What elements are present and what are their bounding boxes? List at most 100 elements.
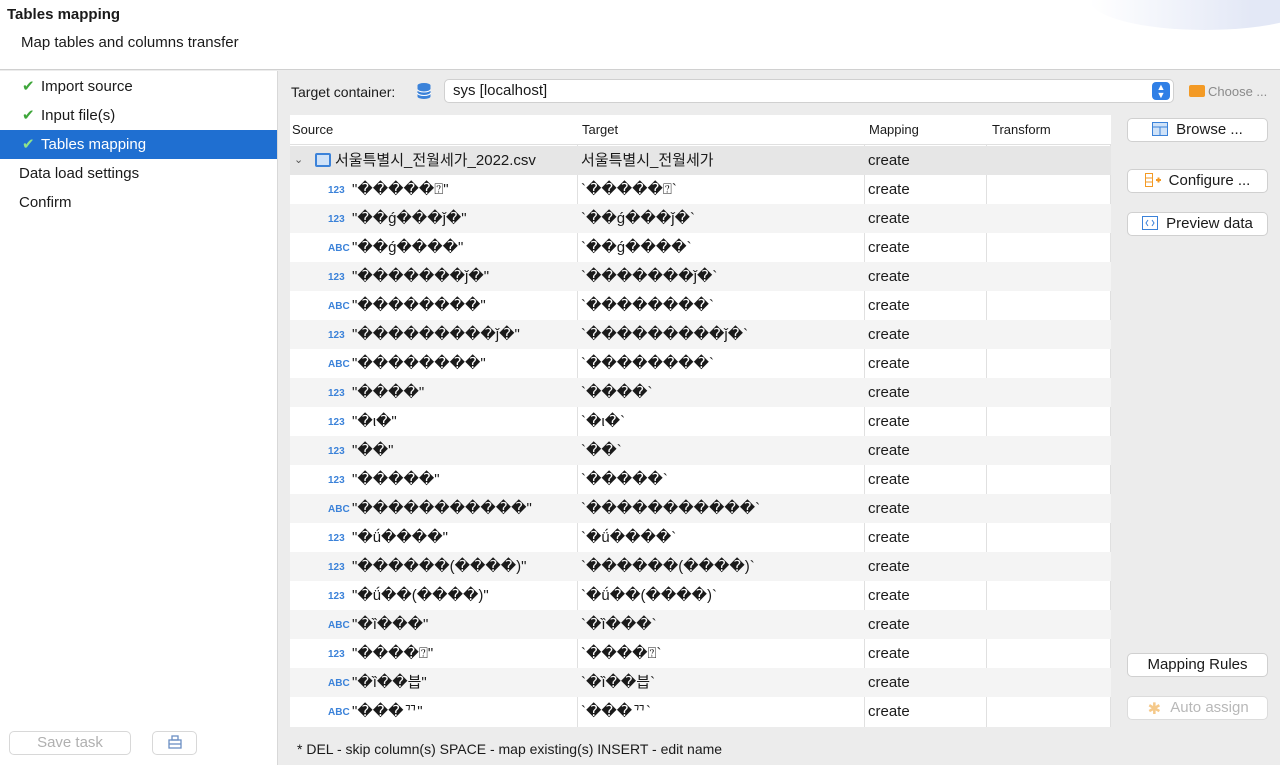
column-header-mapping[interactable]: Mapping [867,115,919,145]
transform-cell[interactable] [987,581,1111,610]
browse-button[interactable]: Browse ... [1127,118,1268,142]
table-row[interactable]: ABC "�����������" `�����������` create [290,494,1111,523]
transform-cell[interactable] [987,668,1111,697]
transform-cell[interactable] [987,175,1111,204]
table-row-parent[interactable]: ⌄ 서울특별시_전월세가_2022.csv 서울특별시_전월세가 create [290,146,1111,175]
table-row[interactable]: 123 "����⍰" `����⍰` create [290,639,1111,668]
preview-data-button[interactable]: Preview data [1127,212,1268,236]
transform-cell[interactable] [987,523,1111,552]
transform-cell[interactable] [987,146,1111,175]
step-input-files[interactable]: ✔ Input file(s) [0,101,277,130]
mapping-cell[interactable]: create [868,639,910,668]
step-data-load-settings[interactable]: Data load settings [0,159,277,188]
chevron-down-icon[interactable]: ⌄ [294,146,303,175]
table-row[interactable]: 123 "�ι�" `�ι�` create [290,407,1111,436]
source-cell: ABC "��������" [328,349,486,379]
table-row[interactable]: 123 "�������ǰ�" `�������ǰ�` create [290,262,1111,291]
transform-cell[interactable] [987,378,1111,407]
table-row[interactable]: ABC "��ǵ����" `��ǵ����` create [290,233,1111,262]
table-row[interactable]: 123 "����" `����` create [290,378,1111,407]
table-row[interactable]: 123 "��" `��` create [290,436,1111,465]
mapping-cell[interactable]: create [868,233,910,262]
target-cell[interactable]: `�ι�` [581,407,625,436]
target-cell[interactable]: `�ǘ��(����)` [581,581,717,610]
mapping-cell[interactable]: create [868,465,910,494]
transform-cell[interactable] [987,697,1111,726]
target-container-select[interactable]: sys [localhost] ▲ ▼ [444,79,1174,103]
transform-cell[interactable] [987,262,1111,291]
task-manager-button[interactable] [152,731,197,755]
target-cell[interactable]: `����⍰` [581,639,662,668]
target-cell[interactable]: `�ȉ��븝` [581,668,655,697]
mapping-cell[interactable]: create [868,291,910,320]
transform-cell[interactable] [987,552,1111,581]
table-row[interactable]: 123 "�ǘ����" `�ǘ����` create [290,523,1111,552]
step-tables-mapping[interactable]: ✔ Tables mapping [0,130,277,159]
mapping-cell[interactable]: create [868,378,910,407]
table-row[interactable]: ABC "�ȉ���" `�ȉ���` create [290,610,1111,639]
mapping-cell[interactable]: create [868,697,910,726]
transform-cell[interactable] [987,610,1111,639]
mapping-cell[interactable]: create [868,668,910,697]
configure-button[interactable]: Configure ... [1127,169,1268,193]
transform-cell[interactable] [987,465,1111,494]
mapping-cell[interactable]: create [868,204,910,233]
column-header-transform[interactable]: Transform [990,115,1051,145]
transform-cell[interactable] [987,407,1111,436]
auto-assign-button[interactable]: ✱ Auto assign [1127,696,1268,720]
table-row[interactable]: ABC "���ᄁ" `���ᄁ` create [290,697,1111,726]
target-cell[interactable]: `�����` [581,465,668,494]
mapping-cell[interactable]: create [868,146,910,175]
target-cell[interactable]: `�ȉ���` [581,610,657,639]
mapping-cell[interactable]: create [868,436,910,465]
transform-cell[interactable] [987,204,1111,233]
table-row[interactable]: ABC "��������" `��������` create [290,291,1111,320]
column-header-target[interactable]: Target [580,115,618,145]
save-task-button[interactable]: Save task [9,731,131,755]
target-cell[interactable]: `������(����)` [581,552,755,581]
target-cell[interactable]: `���������ǰ�` [581,320,748,349]
mapping-cell[interactable]: create [868,581,910,610]
mapping-cell[interactable]: create [868,262,910,291]
mapping-cell[interactable]: create [868,349,910,378]
mapping-rules-button[interactable]: Mapping Rules [1127,653,1268,677]
target-cell[interactable]: `�ǘ����` [581,523,676,552]
transform-cell[interactable] [987,320,1111,349]
target-cell[interactable]: `���ᄁ` [581,697,651,726]
target-cell[interactable]: `�����������` [581,494,760,523]
column-header-source[interactable]: Source [290,115,333,145]
table-row[interactable]: 123 "��ǵ���ǰ�" `��ǵ���ǰ�` create [290,204,1111,233]
transform-cell[interactable] [987,349,1111,378]
transform-cell[interactable] [987,494,1111,523]
transform-cell[interactable] [987,639,1111,668]
target-cell[interactable]: `����` [581,378,653,407]
table-row[interactable]: 123 "�ǘ��(����)" `�ǘ��(����)` create [290,581,1111,610]
table-row[interactable]: ABC "��������" `��������` create [290,349,1111,378]
table-row[interactable]: 123 "�����" `�����` create [290,465,1111,494]
choose-container-button[interactable]: Choose ... [1189,84,1267,99]
step-import-source[interactable]: ✔ Import source [0,72,277,101]
transform-cell[interactable] [987,233,1111,262]
mapping-cell[interactable]: create [868,523,910,552]
table-row[interactable]: 123 "�����⍰" `�����⍰` create [290,175,1111,204]
mapping-cell[interactable]: create [868,175,910,204]
mapping-cell[interactable]: create [868,320,910,349]
target-cell[interactable]: `�������ǰ�` [581,262,717,291]
table-row[interactable]: ABC "�ȉ��븝" `�ȉ��븝` create [290,668,1111,697]
step-confirm[interactable]: Confirm [0,188,277,217]
target-cell[interactable]: `��ǵ����` [581,233,692,262]
transform-cell[interactable] [987,436,1111,465]
mapping-cell[interactable]: create [868,494,910,523]
target-cell[interactable]: `��������` [581,291,714,320]
target-cell[interactable]: `��ǵ���ǰ�` [581,204,695,233]
target-cell[interactable]: `�����⍰` [581,175,677,204]
table-row[interactable]: 123 "������(����)" `������(����)` create [290,552,1111,581]
transform-cell[interactable] [987,291,1111,320]
target-cell[interactable]: `��` [581,436,622,465]
target-cell[interactable]: 서울특별시_전월세가 [581,146,714,175]
mapping-cell[interactable]: create [868,610,910,639]
target-cell[interactable]: `��������` [581,349,714,378]
table-row[interactable]: 123 "���������ǰ�" `���������ǰ�` create [290,320,1111,349]
mapping-cell[interactable]: create [868,407,910,436]
mapping-cell[interactable]: create [868,552,910,581]
